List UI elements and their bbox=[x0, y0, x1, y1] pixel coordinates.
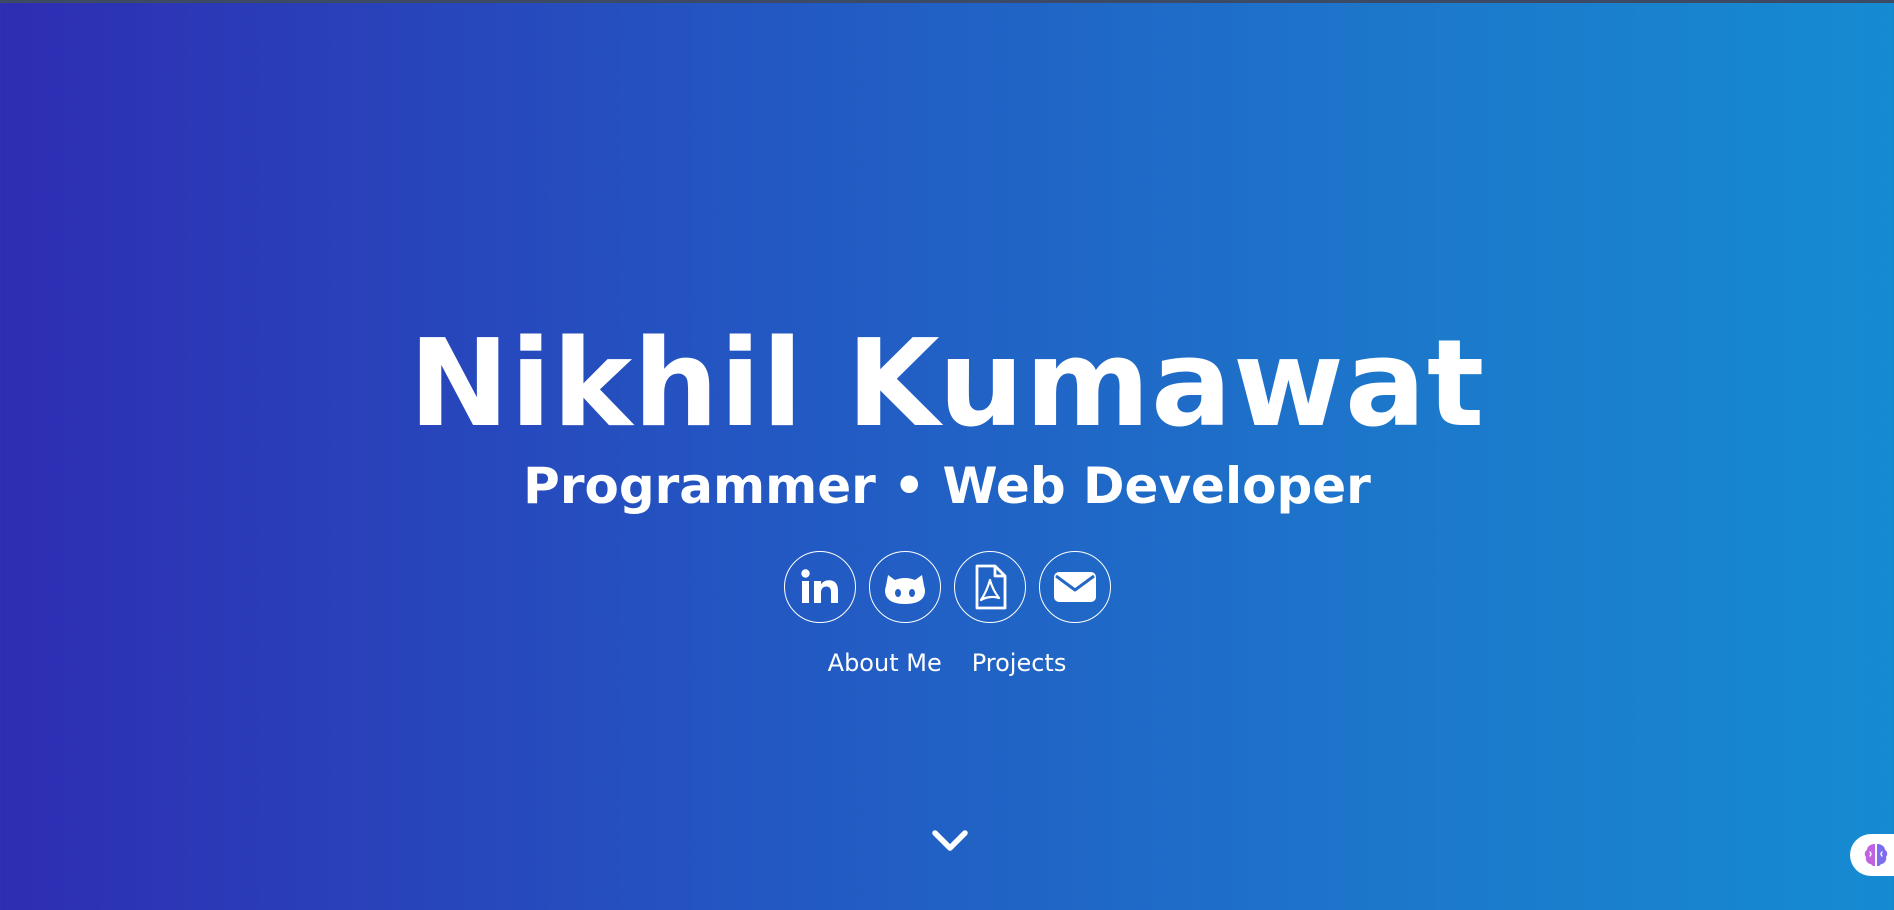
brain-icon bbox=[1864, 844, 1888, 867]
email-icon bbox=[1053, 572, 1096, 602]
chevron-down-icon bbox=[932, 830, 968, 851]
top-border bbox=[0, 0, 1894, 3]
page-nav: About Me Projects bbox=[0, 648, 1894, 678]
pdf-resume-icon bbox=[975, 564, 1006, 610]
github-icon bbox=[884, 575, 925, 604]
hero-section: Nikhil Kumawat Programmer • Web Develope… bbox=[0, 320, 1894, 517]
resume-link[interactable] bbox=[953, 551, 1026, 623]
hero-subtitle: Programmer • Web Developer bbox=[523, 457, 1371, 515]
scroll-down-button[interactable] bbox=[930, 826, 970, 856]
email-link[interactable] bbox=[1038, 551, 1111, 623]
assistant-widget[interactable] bbox=[1850, 834, 1894, 876]
linkedin-icon bbox=[800, 569, 838, 603]
about-me-link[interactable]: About Me bbox=[828, 648, 942, 678]
github-link[interactable] bbox=[868, 551, 941, 623]
hero-name: Nikhil Kumawat bbox=[408, 315, 1486, 454]
projects-link[interactable]: Projects bbox=[972, 648, 1067, 678]
linkedin-link[interactable] bbox=[783, 551, 856, 623]
social-links bbox=[0, 551, 1894, 623]
